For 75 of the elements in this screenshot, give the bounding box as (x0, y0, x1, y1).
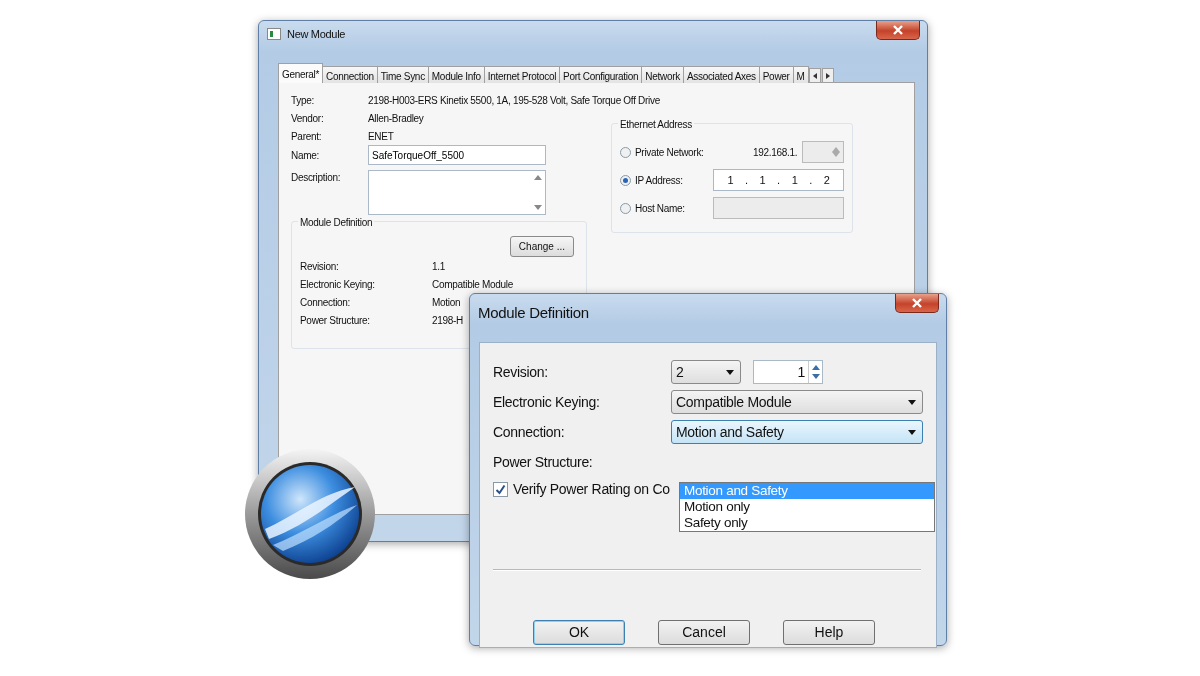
dialog-button[interactable]: OK (533, 620, 625, 645)
field-value: 2198-H003-ERS Kinetix 5500, 1A, 195-528 Volt, Safe Torque Off Drive (368, 93, 660, 108)
field-value: 2198-H (432, 313, 463, 328)
radio-button[interactable] (620, 146, 631, 158)
radio-label: Private Network: (635, 145, 705, 160)
tab[interactable]: Time Sync (376, 66, 429, 83)
close-button[interactable] (876, 21, 920, 40)
field-label: Electronic Keying: (493, 392, 601, 412)
dialog-button[interactable]: Help (783, 620, 875, 645)
tab[interactable]: Associated Axes (682, 66, 760, 83)
field-label: Description: (291, 171, 342, 185)
description-field[interactable] (368, 170, 546, 215)
radio-label: IP Address: (635, 173, 684, 188)
tab[interactable]: Module Info (427, 66, 485, 83)
revision-dropdown[interactable]: 2 (671, 360, 741, 384)
checkbox-label: Verify Power Rating on Co (513, 479, 670, 499)
scroll-right-button[interactable] (821, 68, 834, 83)
ip-address-field[interactable]: 1 . 1 . 1 . 2 (713, 169, 844, 191)
spin-up-icon (811, 365, 820, 370)
radio-button[interactable] (620, 174, 631, 186)
close-button[interactable] (895, 294, 939, 313)
tab[interactable]: Port Configuration (559, 66, 643, 83)
caret-icon (726, 369, 734, 375)
field-label: Revision: (300, 259, 340, 274)
field-value: 1.1 (432, 259, 445, 274)
tab[interactable]: Internet Protocol (483, 66, 561, 83)
close-icon (892, 25, 904, 35)
field-label: Connection: (493, 422, 566, 442)
field-value: Allen-Bradley (368, 111, 424, 126)
spinner-value: 1 (797, 362, 805, 382)
tab[interactable]: General* (278, 63, 324, 83)
right-arrow-icon (825, 72, 830, 79)
scroll-down-icon (534, 205, 542, 210)
dialog-title: Module Definition (478, 302, 589, 323)
keying-dropdown[interactable]: Compatible Module (671, 390, 923, 414)
tab[interactable]: Connection (322, 66, 378, 83)
dropdown-value: 2 (676, 362, 684, 382)
dropdown-value: Compatible Module (676, 392, 792, 412)
app-icon (267, 28, 281, 40)
caret-icon (908, 429, 916, 435)
connection-dropdown[interactable]: Motion and Safety (671, 420, 923, 444)
name-field[interactable]: SafeTorqueOff_5500 (368, 145, 546, 165)
spin-down-icon (811, 374, 820, 379)
field-label: Parent: (291, 129, 323, 144)
dropdown-option[interactable]: Safety only (680, 515, 934, 531)
field-label: Revision: (493, 362, 549, 382)
spin-down-icon (832, 152, 840, 157)
field-label: Name: (291, 148, 320, 163)
change-button[interactable]: Change ... (509, 236, 574, 257)
spin-up-icon (832, 147, 840, 152)
revision-spinner[interactable]: 1 (753, 360, 823, 384)
caret-icon (908, 399, 916, 405)
field-label: Electronic Keying: (300, 277, 376, 292)
field-value: Compatible Module (432, 277, 514, 292)
left-arrow-icon (812, 72, 817, 79)
tab[interactable]: Power (758, 66, 794, 83)
field-label: Power Structure: (300, 313, 371, 328)
field-value: ENET (368, 129, 394, 144)
host-name-field[interactable] (713, 197, 844, 219)
field-value: Motion (432, 295, 461, 310)
radio-label: Host Name: (635, 201, 686, 216)
dropdown-value: Motion and Safety (676, 422, 784, 442)
dialog-button[interactable]: Cancel (658, 620, 750, 645)
field-label: Connection: (300, 295, 352, 310)
close-icon (911, 298, 923, 308)
checkbox[interactable] (493, 481, 508, 497)
field-label: Type: (291, 93, 315, 108)
field-label: Power Structure: (493, 452, 594, 472)
ip-prefix: 192.168.1. (753, 145, 798, 160)
radio-button[interactable] (620, 202, 631, 214)
scroll-up-icon (534, 175, 542, 180)
field-label: Vendor: (291, 111, 325, 126)
tab[interactable]: Network (641, 66, 684, 83)
window-title: New Module (287, 26, 346, 42)
dropdown-option[interactable]: Motion only (680, 499, 934, 515)
